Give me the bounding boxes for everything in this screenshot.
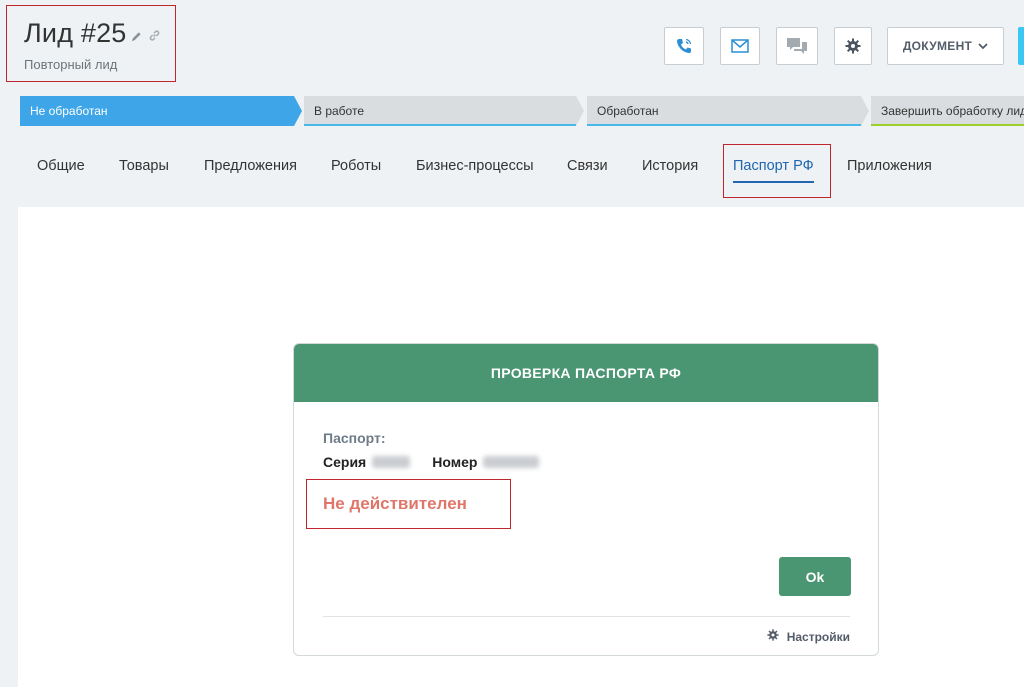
stage-finish-processing[interactable]: Завершить обработку лида: [871, 96, 1024, 126]
edit-icon[interactable]: [131, 29, 142, 47]
document-button[interactable]: ДОКУМЕНТ: [887, 27, 1004, 65]
phone-icon: [674, 36, 694, 56]
chat-button[interactable]: [776, 27, 818, 65]
gear-icon: [767, 629, 779, 644]
chevron-down-icon: [978, 42, 988, 50]
tab-bar: Общие Товары Предложения Роботы Бизнес-п…: [0, 145, 1024, 191]
stage-label: Не обработан: [30, 104, 108, 118]
stage-label: В работе: [314, 104, 365, 118]
status-highlight-box: [306, 479, 511, 529]
stage-processed[interactable]: Обработан: [587, 96, 869, 126]
document-button-label: ДОКУМЕНТ: [902, 39, 973, 53]
email-button[interactable]: [720, 27, 760, 65]
series-label: Серия: [323, 454, 367, 470]
call-button[interactable]: [664, 27, 704, 65]
stage-label: Обработан: [597, 104, 659, 118]
number-value-redacted: [483, 456, 540, 468]
ok-button[interactable]: Ok: [779, 557, 851, 596]
page-title: Лид #25: [24, 18, 127, 48]
settings-label: Настройки: [786, 629, 850, 644]
divider: [323, 616, 850, 617]
chat-icon: [786, 37, 808, 55]
tab-general[interactable]: Общие: [37, 158, 85, 174]
number-label: Номер: [432, 454, 478, 470]
tab-highlight-box: [723, 144, 831, 198]
tab-products[interactable]: Товары: [119, 158, 169, 174]
stage-not-processed[interactable]: Не обработан: [20, 96, 302, 126]
tab-offers[interactable]: Предложения: [204, 158, 297, 174]
dialog-title: ПРОВЕРКА ПАСПОРТА РФ: [294, 344, 878, 402]
tab-links[interactable]: Связи: [567, 158, 608, 174]
series-value-redacted: [372, 456, 411, 468]
passport-label: Паспорт:: [323, 430, 386, 446]
lead-subtitle: Повторный лид: [24, 57, 118, 72]
tab-robots[interactable]: Роботы: [331, 158, 381, 174]
action-button-edge[interactable]: [1018, 27, 1024, 65]
settings-button[interactable]: [834, 27, 872, 65]
link-icon[interactable]: [148, 29, 161, 47]
passport-details: Серия Номер: [323, 454, 540, 470]
tab-business-processes[interactable]: Бизнес-процессы: [416, 158, 534, 174]
tab-history[interactable]: История: [642, 158, 698, 174]
settings-link[interactable]: Настройки: [767, 629, 850, 644]
stage-label: Завершить обработку лида: [881, 104, 1024, 118]
lead-stage-bar: Не обработан В работе Обработан Завершит…: [20, 96, 1024, 128]
mail-icon: [731, 39, 749, 53]
tab-applications[interactable]: Приложения: [847, 158, 932, 174]
stage-in-progress[interactable]: В работе: [304, 96, 584, 126]
gear-icon: [845, 38, 861, 54]
